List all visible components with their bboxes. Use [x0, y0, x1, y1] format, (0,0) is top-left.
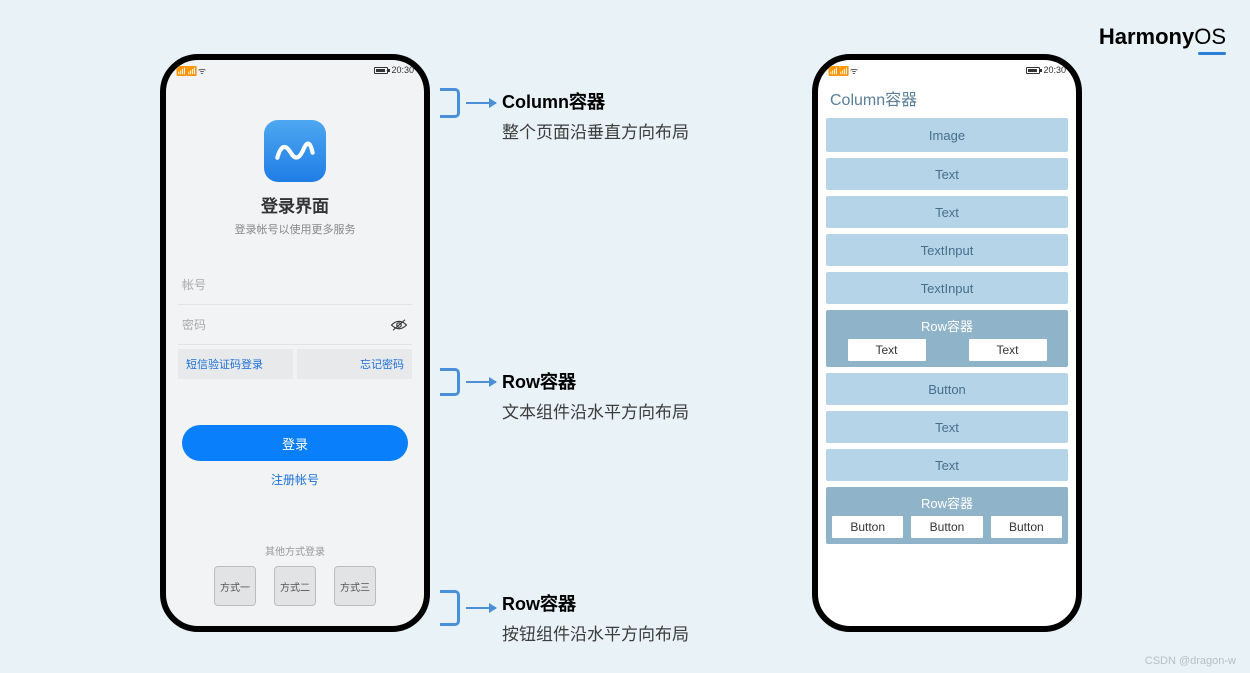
- schema-row-container-1: Row容器 Text Text: [826, 310, 1068, 367]
- annotation-row-text: Row容器 文本组件沿水平方向布局: [440, 368, 689, 423]
- brand-underline: [1198, 52, 1226, 55]
- password-placeholder: 密码: [182, 316, 206, 333]
- other-login-row: 方式一 方式二 方式三: [178, 566, 412, 606]
- brand-logo: HarmonyOS: [1099, 24, 1226, 50]
- schema-row-button: Button: [911, 516, 982, 538]
- schema-text-block: Text: [826, 158, 1068, 190]
- annotation-desc: 整个页面沿垂直方向布局: [502, 118, 689, 143]
- link-row: 短信验证码登录 忘记密码: [178, 349, 412, 379]
- phone-mockup-login: 📶📶 ᯤ 20:30 登录界面 登录帐号以使用更多服务 帐号 密码 短信验证码登…: [160, 54, 430, 632]
- battery-status: 20:30: [374, 65, 414, 75]
- annotation-desc: 文本组件沿水平方向布局: [502, 398, 689, 423]
- app-logo-icon: [264, 120, 326, 182]
- row-container-label: Row容器: [832, 491, 1062, 516]
- clock: 20:30: [1043, 65, 1066, 75]
- login-button[interactable]: 登录: [182, 425, 408, 461]
- status-bar: 📶📶 ᯤ 20:30: [166, 60, 424, 78]
- clock: 20:30: [391, 65, 414, 75]
- schema-button-block: Button: [826, 373, 1068, 405]
- schema-row-button: Button: [832, 516, 903, 538]
- schema-row-container-2: Row容器 Button Button Button: [826, 487, 1068, 544]
- schema-text-block: Text: [826, 411, 1068, 443]
- account-placeholder: 帐号: [182, 276, 206, 293]
- row-container-label: Row容器: [832, 314, 1062, 339]
- signal-icon: 📶📶 ᯤ: [176, 64, 205, 77]
- annotation-desc: 按钮组件沿水平方向布局: [502, 620, 689, 645]
- annotation-column: Column容器 整个页面沿垂直方向布局: [440, 88, 689, 143]
- login-method-2-button[interactable]: 方式二: [274, 566, 316, 606]
- page-subtitle: 登录帐号以使用更多服务: [178, 221, 412, 237]
- schema-row-text: Text: [969, 339, 1047, 361]
- column-container-title: Column容器: [826, 78, 1068, 118]
- register-link[interactable]: 注册帐号: [178, 471, 412, 488]
- sms-login-link[interactable]: 短信验证码登录: [178, 349, 293, 379]
- schema-textinput-block: TextInput: [826, 234, 1068, 266]
- annotation-heading: Row容器: [502, 368, 689, 394]
- battery-icon: [374, 67, 388, 74]
- schema-text-block: Text: [826, 449, 1068, 481]
- other-login-title: 其他方式登录: [178, 543, 412, 558]
- watermark: CSDN @dragon-w: [1145, 655, 1236, 667]
- forgot-password-link[interactable]: 忘记密码: [297, 349, 412, 379]
- page-title: 登录界面: [178, 192, 412, 217]
- login-method-3-button[interactable]: 方式三: [334, 566, 376, 606]
- battery-status: 20:30: [1026, 65, 1066, 75]
- battery-icon: [1026, 67, 1040, 74]
- annotation-heading: Column容器: [502, 88, 689, 114]
- password-field[interactable]: 密码: [178, 305, 412, 345]
- schema-row-text: Text: [848, 339, 926, 361]
- eye-off-icon[interactable]: [390, 318, 408, 332]
- schema-image-block: Image: [826, 118, 1068, 152]
- account-field[interactable]: 帐号: [178, 265, 412, 305]
- annotation-heading: Row容器: [502, 590, 689, 616]
- phone-mockup-schema: 📶📶 ᯤ 20:30 Column容器 Image Text Text Text…: [812, 54, 1082, 632]
- status-bar: 📶📶 ᯤ 20:30: [818, 60, 1076, 78]
- schema-textinput-block: TextInput: [826, 272, 1068, 304]
- schema-text-block: Text: [826, 196, 1068, 228]
- login-method-1-button[interactable]: 方式一: [214, 566, 256, 606]
- schema-row-button: Button: [991, 516, 1062, 538]
- annotation-row-button: Row容器 按钮组件沿水平方向布局: [440, 590, 689, 645]
- signal-icon: 📶📶 ᯤ: [828, 64, 857, 77]
